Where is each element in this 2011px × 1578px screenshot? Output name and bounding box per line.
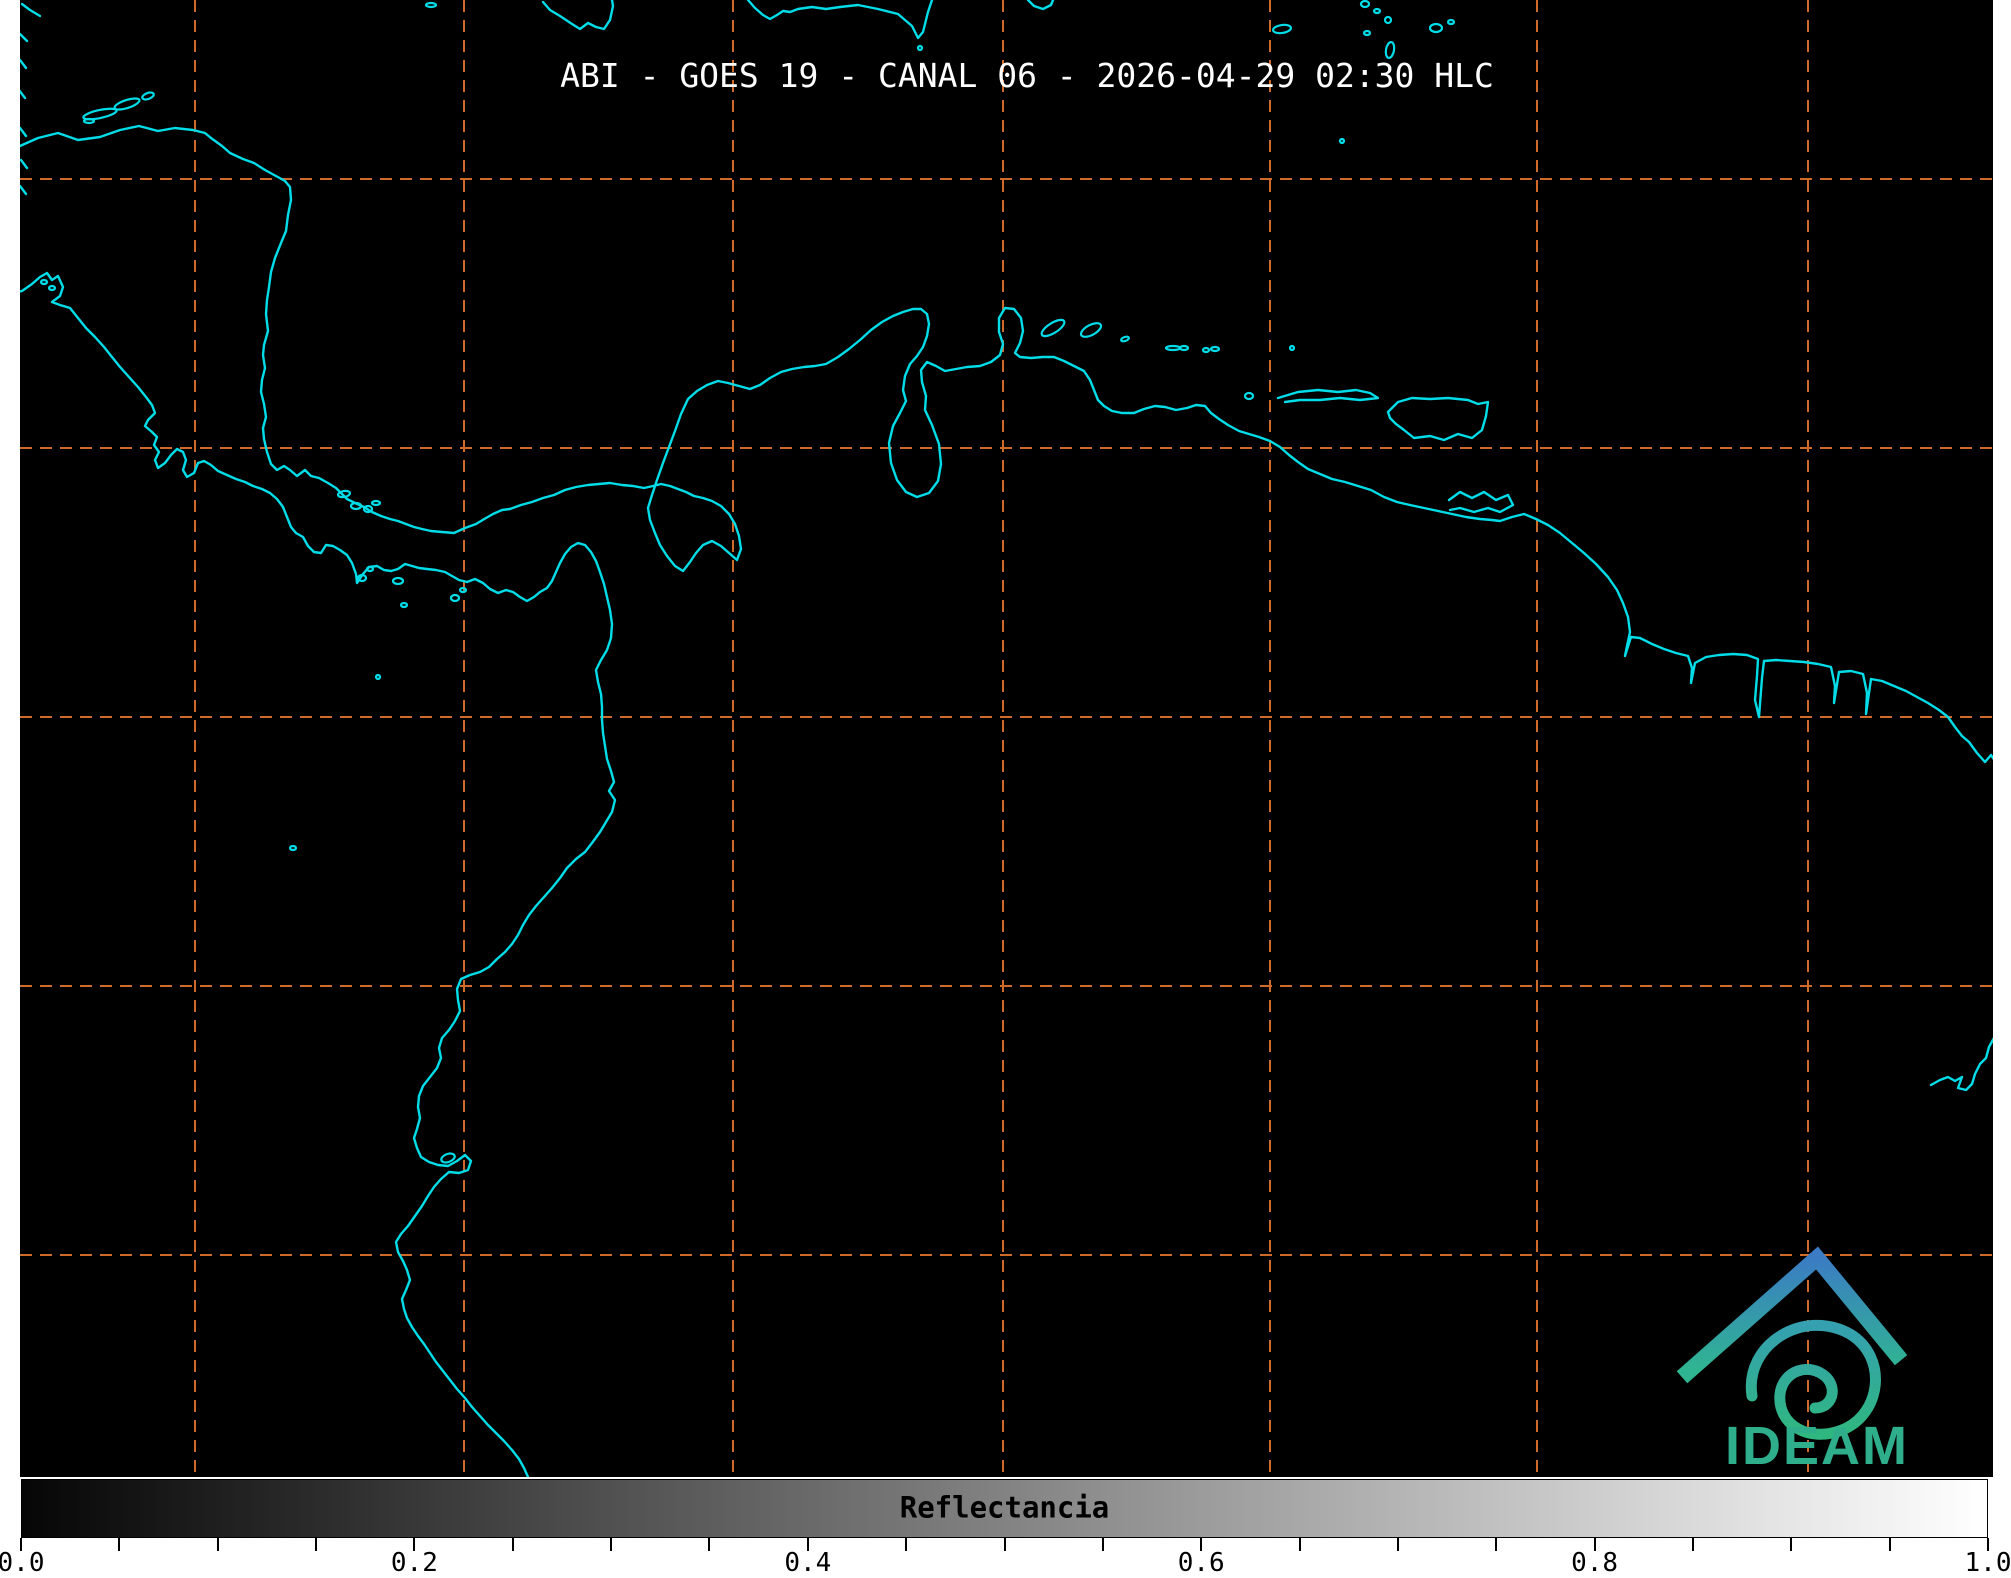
satellite-figure: ABI - GOES 19 - CANAL 06 - 2026-04-29 02… bbox=[0, 0, 2011, 1578]
island-outline bbox=[1372, 7, 1382, 15]
colorbar-tick-label: 0.8 bbox=[1571, 1548, 1619, 1578]
coastline-path bbox=[1276, 388, 1380, 404]
island-outline bbox=[1446, 18, 1456, 26]
island-outline bbox=[399, 601, 409, 609]
colorbar-tick-label: 1.0 bbox=[1964, 1548, 2011, 1578]
map-title: ABI - GOES 19 - CANAL 06 - 2026-04-29 02… bbox=[560, 56, 1494, 95]
colorbar-tick-label: 0.6 bbox=[1177, 1548, 1225, 1578]
island-outline bbox=[424, 1, 438, 9]
island-outline bbox=[1164, 344, 1182, 352]
islands bbox=[39, 0, 1456, 1164]
island-outline bbox=[1178, 344, 1190, 352]
island-outline bbox=[1271, 23, 1293, 35]
island-outline bbox=[288, 844, 298, 852]
island-outline bbox=[113, 97, 141, 111]
ideam-logo: IDEAM bbox=[1676, 1246, 1909, 1476]
island-outline bbox=[1201, 346, 1211, 354]
island-outline bbox=[370, 499, 382, 507]
island-outline bbox=[1209, 345, 1221, 353]
island-outline bbox=[1383, 15, 1393, 25]
coastline-path bbox=[20, 184, 28, 196]
coastline-path bbox=[20, 158, 29, 170]
island-outline bbox=[449, 593, 461, 603]
island-outline bbox=[1338, 137, 1346, 145]
logo-text: IDEAM bbox=[1725, 1416, 1909, 1476]
ideam-logo-mark bbox=[1676, 1246, 1908, 1440]
coastline-path bbox=[20, 2, 42, 18]
coastline-path bbox=[20, 89, 27, 100]
island-outline bbox=[39, 278, 49, 286]
island-outline bbox=[1079, 322, 1103, 338]
coastline-path bbox=[20, 126, 28, 138]
coastline-path bbox=[1447, 490, 1515, 514]
island-outline bbox=[1359, 0, 1371, 9]
island-outline bbox=[1362, 29, 1372, 37]
island-outline bbox=[1040, 318, 1066, 338]
coastline-path bbox=[20, 32, 29, 43]
island-outline bbox=[916, 44, 924, 52]
coastline-path bbox=[541, 0, 615, 31]
island-outline bbox=[365, 565, 375, 573]
coastline-path bbox=[1929, 1037, 1993, 1092]
coastline-path bbox=[20, 58, 28, 70]
map-canvas: ABI - GOES 19 - CANAL 06 - 2026-04-29 02… bbox=[20, 0, 1993, 1477]
coastline-path bbox=[1026, 0, 1055, 11]
island-outline bbox=[1120, 335, 1130, 343]
island-outline bbox=[47, 284, 57, 292]
coastline-path bbox=[20, 271, 617, 1477]
island-outline bbox=[141, 91, 155, 101]
colorbar-tick-label: 0.4 bbox=[784, 1548, 832, 1578]
island-outline bbox=[82, 117, 96, 125]
colorbar-tick-label: 0.2 bbox=[390, 1548, 438, 1578]
island-outline bbox=[1288, 344, 1296, 352]
coastline-path bbox=[746, 0, 934, 40]
colorbar-tick-labels: 0.0 0.2 0.4 0.6 0.8 1.0 bbox=[0, 1548, 2011, 1578]
colorbar-tick-label: 0.0 bbox=[0, 1548, 45, 1578]
island-outline bbox=[391, 576, 405, 586]
colorbar: Reflectancia bbox=[21, 1479, 1988, 1538]
island-outline bbox=[374, 673, 382, 681]
island-outline bbox=[1243, 391, 1255, 401]
island-outline bbox=[1428, 22, 1444, 34]
coastline-path bbox=[1386, 396, 1490, 442]
colorbar-label: Reflectancia bbox=[899, 1490, 1110, 1525]
